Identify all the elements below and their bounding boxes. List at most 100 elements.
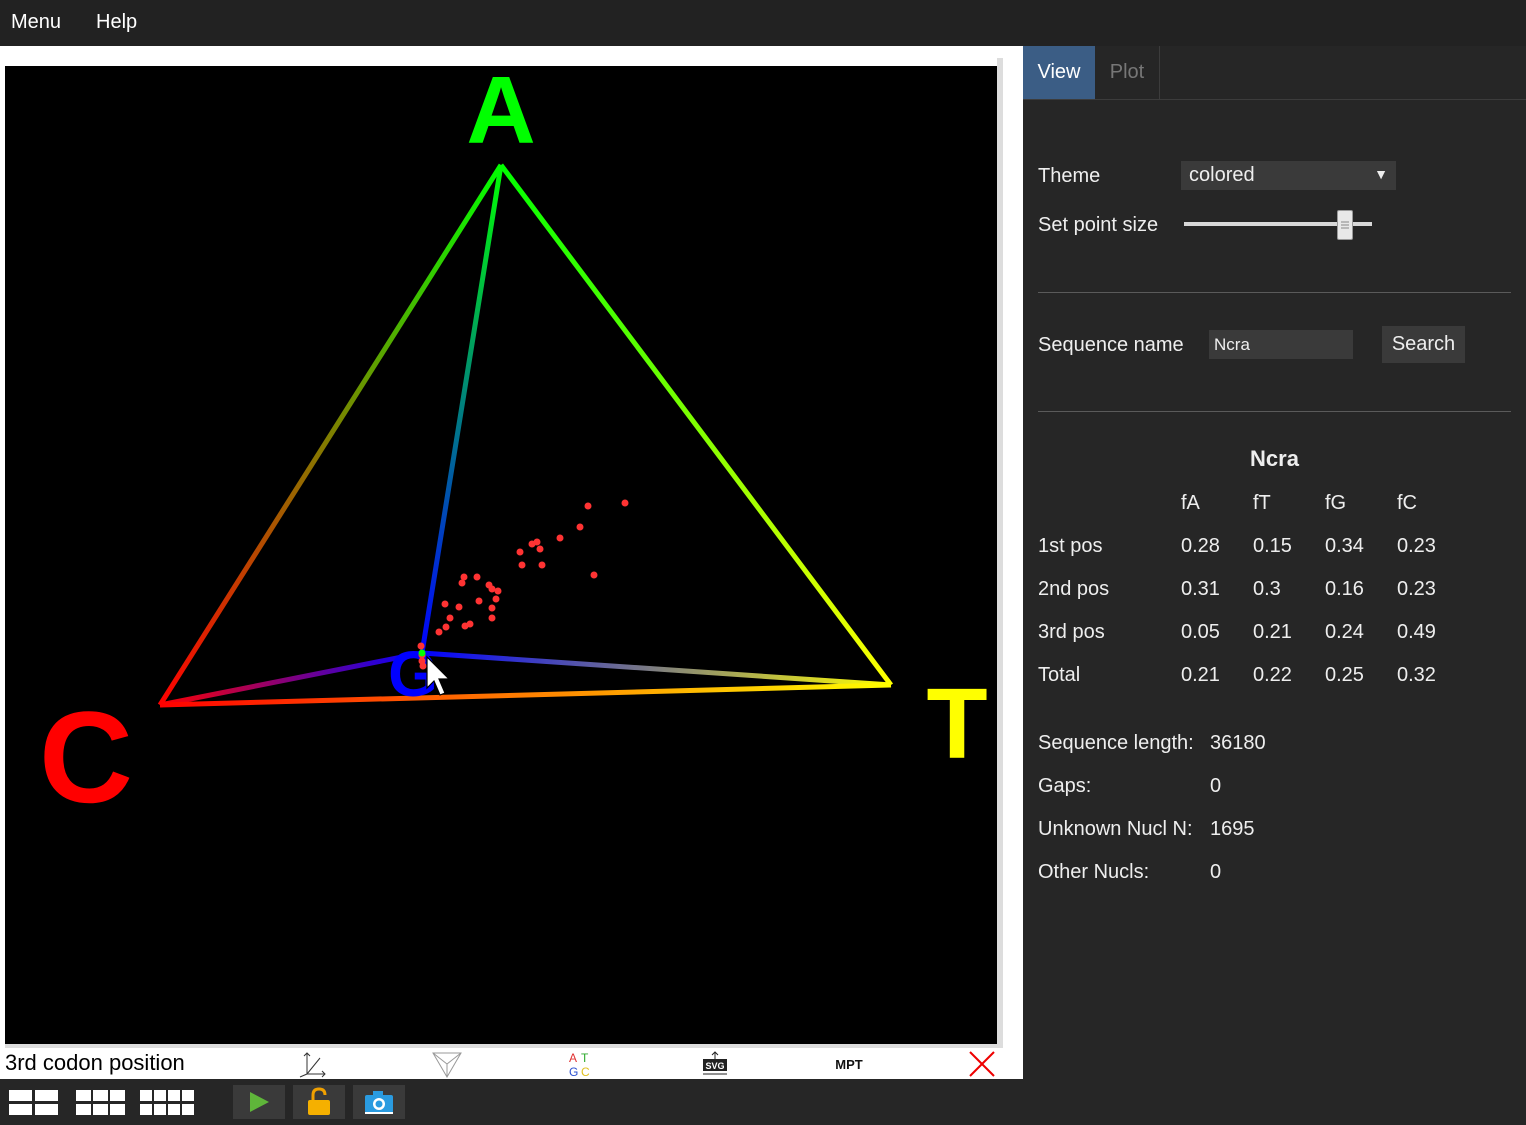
table-cell: 0.21 — [1253, 621, 1292, 643]
data-point — [419, 662, 427, 670]
data-point — [516, 548, 524, 556]
stat-label-sequence-length: Sequence length: — [1038, 732, 1194, 754]
divider — [1038, 411, 1511, 412]
close-icon[interactable] — [966, 1050, 998, 1078]
atgc-letter-c: C — [581, 1065, 590, 1078]
sequence-name-input[interactable] — [1209, 330, 1353, 359]
stat-label-other-nucls: Other Nucls: — [1038, 861, 1150, 883]
tetrahedron-plot[interactable]: A C T G — [5, 66, 997, 1044]
row-label-2nd-pos: 2nd pos — [1038, 578, 1110, 600]
data-point — [441, 600, 449, 608]
table-cell: 0.25 — [1325, 664, 1364, 686]
table-cell: 0.05 — [1181, 621, 1220, 643]
data-point — [458, 579, 466, 587]
table-cell: 0.16 — [1325, 578, 1364, 600]
stat-value-other-nucls: 0 — [1210, 861, 1222, 883]
vertex-label-a: A — [466, 66, 535, 164]
panel-tabs: View Plot — [1023, 46, 1526, 100]
data-point — [460, 573, 468, 581]
data-point — [621, 499, 629, 507]
table-cell: 0.23 — [1397, 535, 1436, 557]
menu-item-menu[interactable]: Menu — [11, 11, 61, 34]
theme-label: Theme — [1038, 165, 1101, 187]
data-point — [435, 628, 443, 636]
layout-3x2-icon[interactable] — [75, 1085, 127, 1119]
atgc-labels-icon[interactable]: A T G C — [566, 1050, 594, 1078]
stat-value-unknown-nucl: 1695 — [1210, 818, 1255, 840]
mpt-icon[interactable]: MPT — [830, 1050, 868, 1078]
data-point — [528, 540, 536, 548]
table-cell: 0.23 — [1397, 578, 1436, 600]
data-point — [536, 545, 544, 553]
data-point — [475, 597, 483, 605]
stat-value-gaps: 0 — [1210, 775, 1222, 797]
data-point — [488, 614, 496, 622]
data-point — [455, 603, 463, 611]
camera-icon[interactable] — [353, 1085, 405, 1119]
vertex-label-t: T — [926, 668, 987, 780]
side-panel: View Plot Theme colored ▼ Set point size… — [1023, 46, 1526, 1125]
menu-item-help[interactable]: Help — [96, 11, 137, 34]
data-point — [538, 561, 546, 569]
table-cell: 0.34 — [1325, 535, 1364, 557]
mpt-label: MPT — [835, 1056, 863, 1072]
divider — [1038, 292, 1511, 293]
edge-a-t — [499, 163, 893, 687]
atgc-letter-a: A — [569, 1051, 577, 1065]
plot-toolbar: 3rd codon position A T G C SVG MPT — [0, 1048, 1023, 1079]
atgc-letter-g: G — [569, 1065, 578, 1078]
table-cell: 0.31 — [1181, 578, 1220, 600]
theme-select-value: colored — [1189, 164, 1255, 186]
table-cell: 0.21 — [1181, 664, 1220, 686]
table-cell: 0.49 — [1397, 621, 1436, 643]
data-point — [488, 585, 496, 593]
column-header-fg: fG — [1325, 492, 1347, 514]
table-cell: 0.15 — [1253, 535, 1292, 557]
table-cell: 0.24 — [1325, 621, 1364, 643]
axes-icon[interactable] — [298, 1050, 328, 1078]
plot-shadow-right — [997, 58, 1003, 1050]
column-header-fa: fA — [1181, 492, 1200, 514]
layout-2x2-icon[interactable] — [8, 1085, 60, 1119]
edge-c-t — [159, 682, 892, 708]
composition-title: Ncra — [1250, 446, 1299, 471]
layout-4x2-icon[interactable] — [139, 1085, 195, 1119]
menu-bar: Menu Help — [0, 0, 1526, 46]
data-point — [473, 573, 481, 581]
play-icon[interactable] — [233, 1085, 285, 1119]
row-label-3rd-pos: 3rd pos — [1038, 621, 1105, 643]
data-point — [584, 502, 592, 510]
vertex-label-c: C — [39, 684, 133, 830]
table-cell: 0.22 — [1253, 664, 1292, 686]
svg-export-icon[interactable]: SVG — [700, 1050, 730, 1078]
sequence-name-label: Sequence name — [1038, 334, 1184, 356]
data-point — [590, 571, 598, 579]
data-points — [417, 499, 629, 670]
atgc-letter-t: T — [581, 1051, 589, 1065]
plot-caption: 3rd codon position — [5, 1050, 185, 1075]
point-size-slider-handle[interactable] — [1336, 210, 1353, 240]
tetrahedron-view-icon[interactable] — [431, 1050, 463, 1078]
data-point — [494, 587, 502, 595]
row-label-1st-pos: 1st pos — [1038, 535, 1103, 557]
tab-plot[interactable]: Plot — [1095, 46, 1160, 99]
edge-c-a — [157, 163, 504, 707]
data-point — [461, 622, 469, 630]
data-point — [488, 604, 496, 612]
theme-select[interactable]: colored ▼ — [1181, 161, 1396, 190]
svg-export-label: SVG — [705, 1061, 724, 1071]
table-cell: 0.3 — [1253, 578, 1281, 600]
lock-icon[interactable] — [293, 1085, 345, 1119]
data-point — [576, 523, 584, 531]
stat-value-sequence-length: 36180 — [1210, 732, 1266, 754]
data-point — [417, 642, 425, 650]
data-point — [446, 614, 454, 622]
tetrahedron-svg[interactable]: A C T G — [5, 66, 997, 1044]
column-header-ft: fT — [1253, 492, 1271, 514]
table-cell: 0.32 — [1397, 664, 1436, 686]
tab-view[interactable]: View — [1023, 46, 1095, 99]
column-header-fc: fC — [1397, 492, 1417, 514]
data-point — [518, 561, 526, 569]
centroid-marker — [418, 649, 426, 657]
search-button[interactable]: Search — [1382, 326, 1465, 363]
